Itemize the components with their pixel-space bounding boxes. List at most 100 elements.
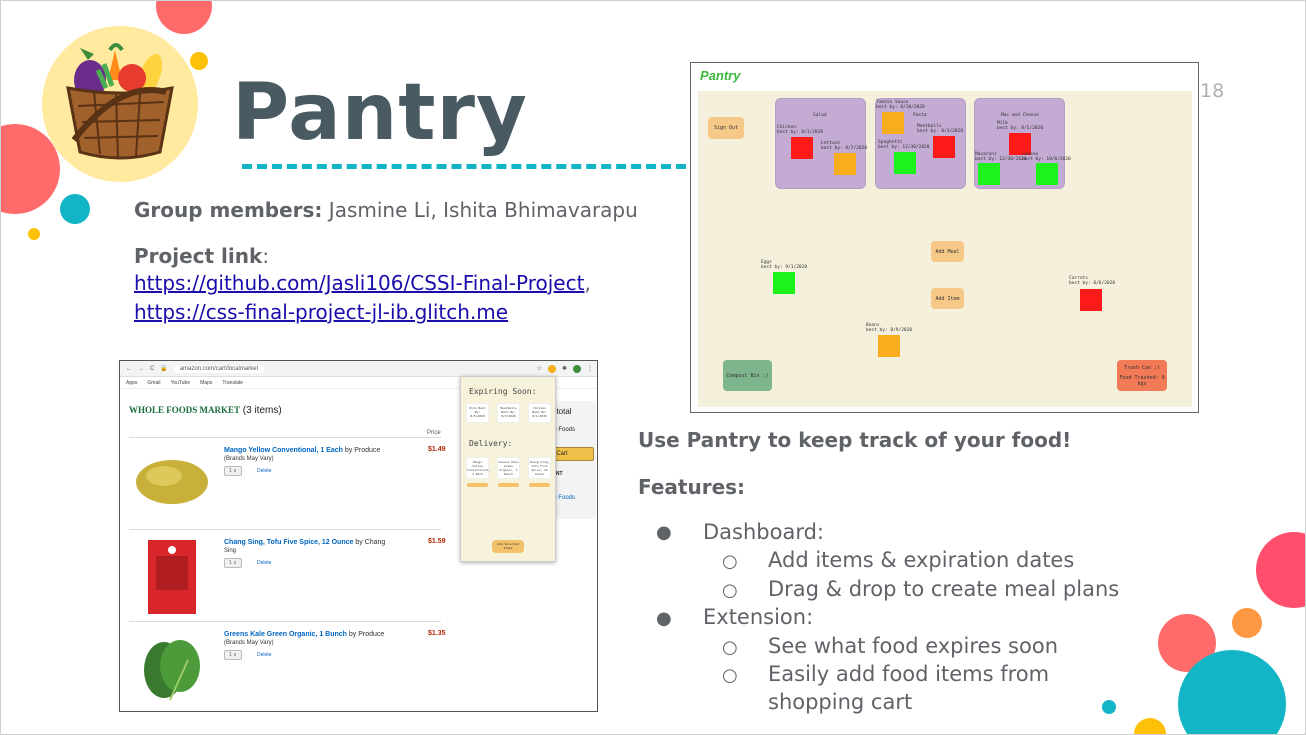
sign-out-button[interactable]: Sign Out [708,117,744,139]
bookmark-gmail[interactable]: Gmail [147,380,160,386]
item-sub: (Brands May Vary) [224,456,274,462]
project-link-colon: : [262,244,270,268]
add-item-button[interactable] [529,483,550,487]
item-label: Carrots best by: 8/6/2020 [1069,276,1116,286]
add-selected-button[interactable]: Add Selected Items [492,540,524,553]
add-item-button[interactable] [498,483,519,487]
item-sub: Sing [224,548,237,554]
delivery-card[interactable]: Mango Yellow Conventional, 1 Each [466,457,490,479]
item-label: Tomato Sauce best by: 8/10/2020 [876,100,925,110]
delivery-card[interactable]: Chang Sing, Tofu Five Spice, 12 Ounce [528,457,551,479]
pantry-app-screenshot: Pantry Sign Out Salad Chicken best by: 8… [690,62,1199,413]
food-item-carrots[interactable] [1080,289,1102,311]
food-item-lettuce[interactable] [834,153,856,175]
decor-circle [1102,700,1116,714]
bookmark-youtube[interactable]: YouTube [170,380,190,386]
food-item-tomato-sauce[interactable] [882,112,904,134]
address-bar[interactable]: amazon.com/cart/localmarket [173,364,265,373]
delivery-card[interactable]: Greens Kale Green Organic, 1 Bunch [497,457,520,479]
cart-row: Chang Sing, Tofu Five Spice, 12 Ounce by… [129,529,446,621]
github-link[interactable]: https://github.com/Jasli106/CSSI-Final-P… [134,271,584,295]
item-label: Meatballs best by: 8/3/2020 [917,124,964,134]
mango-image [136,460,208,504]
food-item-chicken[interactable] [791,137,813,159]
add-item-button[interactable]: Add Item [931,288,964,309]
trash-label: Trash Can :( [1123,364,1161,371]
project-link-line1: https://github.com/Jasli106/CSSI-Final-P… [134,271,591,295]
group-members: Group members: Jasmine Li, Ishita Bhimav… [134,198,638,222]
item-price: $1.49 [428,446,446,453]
bullet-icon: ● [656,522,672,543]
feature-item: Drag & drop to create meal plans [768,577,1120,601]
puzzle-icon[interactable]: ✱ [562,365,567,372]
kale-image [144,640,200,701]
meal-title: Salad [813,113,827,118]
glitch-link[interactable]: https://css-final-project-jl-ib.glitch.m… [134,300,508,324]
quantity-select[interactable]: 1 ∨ [224,466,242,476]
title-underline [242,164,686,169]
food-item-meatballs[interactable] [933,136,955,158]
add-item-button[interactable] [467,483,488,487]
food-item-spaghetti[interactable] [894,152,916,174]
avatar[interactable] [573,364,581,373]
menu-icon[interactable]: ⋮ [587,365,593,372]
bookmark-apps[interactable]: Apps [126,380,137,386]
item-label: Milk best by: 8/5/2020 [997,121,1044,131]
checkout-button[interactable]: t Cart [550,447,594,461]
extension-icon[interactable] [547,364,556,373]
expiring-title: Expiring Soon: [469,387,537,396]
expiring-card: Meatballs Best By: 8/3/2020 [497,403,520,423]
item-price: $1.59 [428,538,446,545]
extension-popup: Expiring Soon: Milk Best By: 8/5/2020 Me… [460,376,556,562]
add-meal-button[interactable]: Add Meal [931,241,964,262]
quantity-select[interactable]: 1 ∨ [224,558,242,568]
food-item-macaroni[interactable] [978,163,1000,185]
item-label: Eggs best by: 9/1/2020 [761,260,808,270]
quantity-select[interactable]: 1 ∨ [224,650,242,660]
cart-row: Mango Yellow Conventional, 1 Each by Pro… [129,437,446,529]
compost-bin[interactable]: Compost Bin :) [723,360,772,391]
food-item-eggs[interactable] [773,272,795,294]
delete-link[interactable]: Delete [257,468,271,474]
bookmark-maps[interactable]: Maps [200,380,212,386]
tofu-package-image [148,540,196,614]
amazon-cart-screenshot: ← → C 🔒 amazon.com/cart/localmarket ☆ ✱ … [119,360,598,712]
pantry-app-title: Pantry [700,68,741,83]
group-members-names: Jasmine Li, Ishita Bhimavarapu [322,198,638,222]
price-header: Price [427,430,441,436]
reload-icon[interactable]: C [150,366,154,372]
decor-circle [1256,532,1306,608]
feature-item: Easily add food items from [768,662,1050,686]
bullet-icon: ● [656,608,672,629]
sub-bullet-icon: ○ [722,637,738,658]
slide-title: Pantry [232,68,528,158]
feature-extension: Extension: [703,605,814,629]
item-name[interactable]: Chang Sing, Tofu Five Spice, 12 Ounce by… [224,538,404,547]
decor-circle [28,228,40,240]
item-label: Beans best by: 8/9/2020 [866,323,913,333]
feature-item-continued: shopping cart [768,690,913,714]
item-label: Lettuce best by: 8/7/2020 [821,141,868,151]
lock-icon: 🔒 [160,366,168,372]
delivery-title: Delivery: [469,439,513,448]
item-name[interactable]: Greens Kale Green Organic, 1 Bunch by Pr… [224,630,404,639]
sub-bullet-icon: ○ [722,551,738,572]
forward-icon[interactable]: → [138,366,144,372]
star-icon[interactable]: ☆ [537,365,542,372]
item-name[interactable]: Mango Yellow Conventional, 1 Each by Pro… [224,446,404,455]
project-link-heading: Project link: [134,244,269,268]
trash-can[interactable]: Trash Can :( Food Trashed: 0 kgs [1117,360,1167,391]
bookmark-translate[interactable]: Translate [222,380,243,386]
vegetable-basket-icon [66,43,174,160]
delete-link[interactable]: Delete [257,652,271,658]
meal-title: Mac and Cheese [1001,113,1039,118]
feature-dashboard: Dashboard: [703,520,825,544]
decor-circle [1232,608,1262,638]
food-item-cheese[interactable] [1036,163,1058,185]
delete-link[interactable]: Delete [257,560,271,566]
project-link-label: Project link [134,244,263,268]
food-item-beans[interactable] [878,335,900,357]
back-icon[interactable]: ← [126,366,132,372]
food-trashed-label: Food Trashed: 0 kgs [1119,374,1165,387]
group-members-label: Group members: [134,198,323,222]
